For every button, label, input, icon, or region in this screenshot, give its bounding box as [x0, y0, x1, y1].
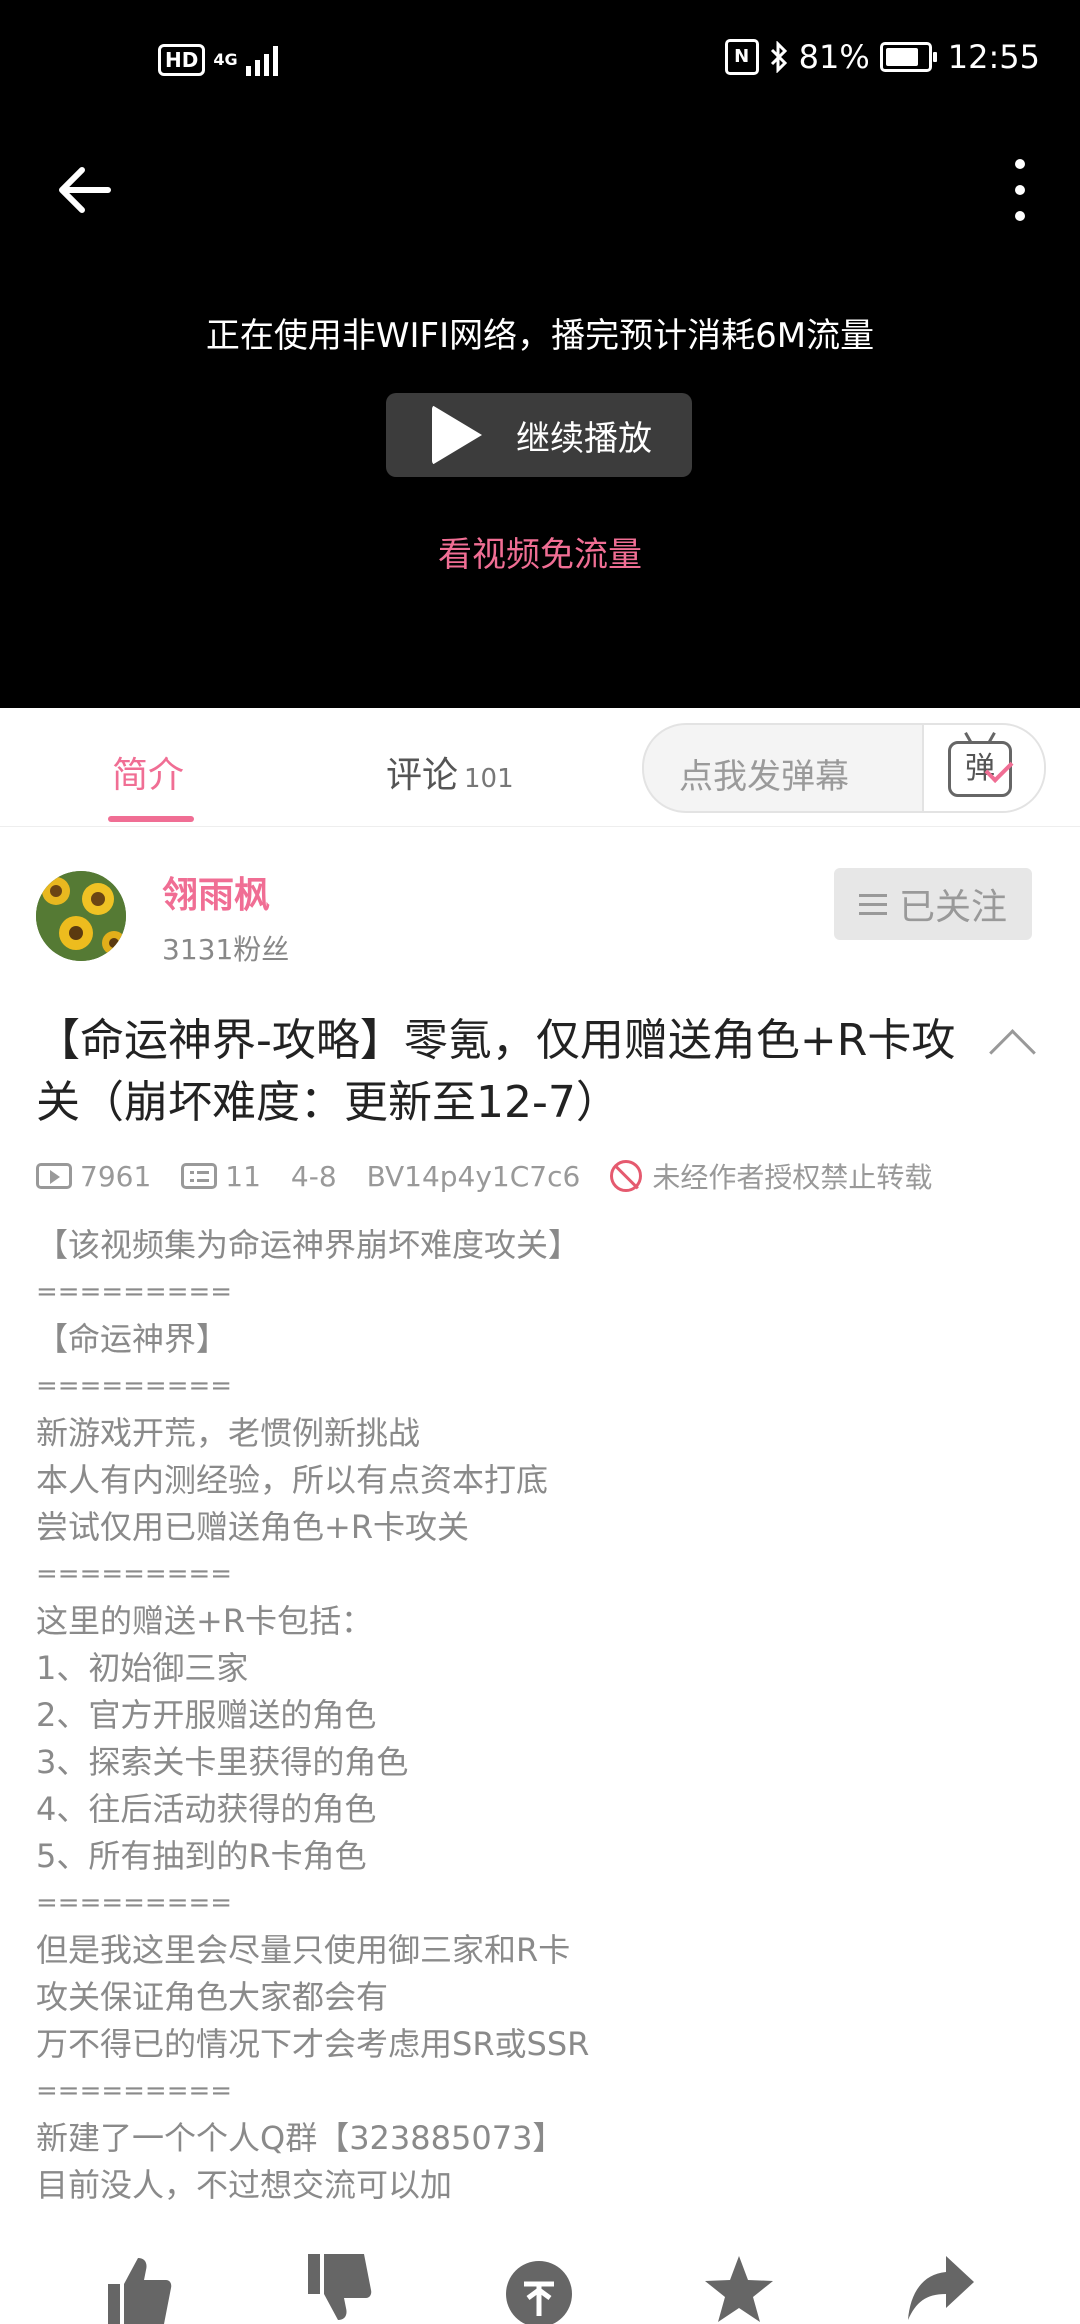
play-icon: [432, 405, 482, 465]
bluetooth-icon: [770, 41, 787, 73]
network-type: 4G: [213, 50, 238, 69]
action-bar: [0, 2240, 1080, 2324]
comments-count: 101: [464, 764, 514, 794]
desc-line: 攻关保证角色大家都会有: [36, 1978, 389, 2016]
active-tab-indicator: [108, 816, 194, 822]
danmaku-input[interactable]: 点我发弹幕 弹: [642, 723, 1046, 813]
desc-line: 万不得已的情况下才会考虑用SR或SSR: [36, 2025, 590, 2063]
desc-line: 新建了一个个人Q群【323885073】: [36, 2119, 565, 2157]
desc-line: 5、所有抽到的R卡角色: [36, 1837, 367, 1875]
danmaku-count: 11: [225, 1159, 261, 1193]
desc-line: 本人有内测经验，所以有点资本打底: [36, 1461, 549, 1499]
coin-icon[interactable]: [504, 2254, 574, 2324]
video-description: 【该视频集为命运神界崩坏难度攻关】 ========= 【命运神界】 =====…: [36, 1222, 1046, 2209]
chevron-up-icon[interactable]: [989, 1029, 1036, 1076]
video-meta: 7961 11 4-8 BV14p4y1C7c6 未经作者授权禁止转载: [36, 1156, 932, 1196]
continue-play-button[interactable]: 继续播放: [386, 393, 692, 477]
tab-bar: 简介 评论 101 点我发弹幕 弹: [0, 708, 1080, 827]
dislike-icon[interactable]: [304, 2254, 374, 2324]
danmaku-stat: 11: [181, 1160, 261, 1193]
status-bar: HD 4G N 81% 12:55: [0, 0, 1080, 125]
fans-count: 3131粉丝: [162, 933, 290, 966]
tab-comments[interactable]: 评论 101: [386, 746, 514, 798]
favorite-star-icon[interactable]: [704, 2254, 774, 2324]
signal-group: HD 4G: [158, 44, 278, 76]
desc-line: 【命运神界】: [36, 1320, 229, 1358]
danmaku-toggle-button[interactable]: 弹: [922, 725, 1044, 811]
hd-badge: HD: [158, 44, 206, 76]
tab-intro[interactable]: 简介: [112, 746, 184, 798]
battery-percent: 81%: [798, 38, 870, 76]
desc-line: 尝试仅用已赠送角色+R卡攻关: [36, 1508, 470, 1546]
clock: 12:55: [947, 38, 1040, 76]
copyright-notice: 未经作者授权禁止转载: [610, 1156, 932, 1196]
follow-label: 已关注: [898, 887, 1007, 928]
desc-line: 新游戏开荒，老惯例新挑战: [36, 1414, 421, 1452]
desc-separator: =========: [36, 1888, 233, 1918]
avatar[interactable]: [36, 871, 126, 961]
status-right: N 81% 12:55: [724, 38, 1040, 76]
desc-line: 3、探索关卡里获得的角色: [36, 1743, 409, 1781]
like-icon[interactable]: [104, 2254, 174, 2324]
publish-date: 4-8: [290, 1159, 337, 1193]
desc-line: 2、官方开服赠送的角色: [36, 1696, 377, 1734]
copyright-text: 未经作者授权禁止转载: [652, 1161, 933, 1194]
data-usage-notice: 正在使用非WIFI网络，播完预计消耗6M流量: [205, 316, 875, 356]
back-arrow-icon[interactable]: [52, 158, 116, 222]
signal-icon: [245, 44, 278, 76]
video-player[interactable]: HD 4G N 81% 12:55 正在使用非WIFI网络，播完预计消耗6M流量…: [0, 0, 1080, 708]
desc-line: 1、初始御三家: [36, 1649, 249, 1687]
desc-separator: =========: [36, 2076, 233, 2106]
desc-separator: =========: [36, 1559, 233, 1589]
desc-line: 【该视频集为命运神界崩坏难度攻关】: [36, 1226, 581, 1264]
danmaku-count-icon: [181, 1163, 218, 1189]
danmaku-placeholder: 点我发弹幕: [679, 757, 849, 797]
no-reprint-icon: [610, 1160, 643, 1192]
share-icon[interactable]: [906, 2254, 976, 2324]
continue-play-label: 继续播放: [516, 418, 652, 459]
more-options-icon[interactable]: [1000, 155, 1040, 225]
desc-separator: =========: [36, 1371, 233, 1401]
menu-icon: [858, 893, 887, 915]
desc-line: 但是我这里会尽量只使用御三家和R卡: [36, 1931, 571, 1969]
play-count-icon: [36, 1163, 72, 1189]
nfc-icon: N: [724, 39, 759, 75]
video-title: 【命运神界-攻略】零氪，仅用赠送角色+R卡攻关（崩坏难度：更新至12-7）: [36, 1015, 956, 1128]
tab-comments-label: 评论: [386, 755, 459, 796]
free-flow-link[interactable]: 看视频免流量: [0, 527, 1080, 576]
desc-separator: =========: [36, 1277, 233, 1307]
bvid[interactable]: BV14p4y1C7c6: [367, 1160, 581, 1193]
desc-line: 目前没人，不过想交流可以加: [36, 2166, 453, 2204]
views-stat: 7961: [36, 1160, 151, 1193]
battery-icon: [879, 42, 937, 72]
desc-line: 这里的赠送+R卡包括：: [36, 1602, 374, 1640]
uploader-name[interactable]: 翎雨枫: [162, 866, 270, 918]
desc-line: 4、往后活动获得的角色: [36, 1790, 377, 1828]
views-count: 7961: [80, 1159, 152, 1193]
follow-button[interactable]: 已关注: [834, 868, 1032, 940]
